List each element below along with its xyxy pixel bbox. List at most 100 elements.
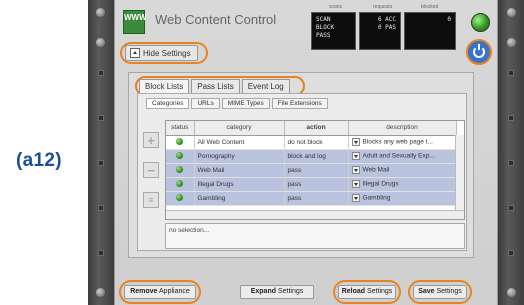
action-cell[interactable]: pass xyxy=(284,177,349,192)
button-text: Appliance xyxy=(157,288,190,295)
column-header-action[interactable]: action xyxy=(284,121,349,136)
description-cell: Adult and Sexually Exp... xyxy=(348,149,457,164)
appliance-panel: WWW Web Content Control Hide Settings sc… xyxy=(114,0,498,305)
edit-row-button[interactable]: ≡ xyxy=(143,192,159,208)
settings-panel: Block Lists Pass Lists Event Log Categor… xyxy=(128,72,474,258)
action-cell[interactable]: pass xyxy=(284,191,349,206)
add-row-button[interactable]: + xyxy=(143,132,159,148)
meter-line: SCAN xyxy=(316,16,331,23)
description-cell: Web Mail xyxy=(348,163,457,178)
description-text: Web Mail xyxy=(362,166,390,174)
screw-icon xyxy=(96,8,105,17)
rack-hole xyxy=(508,205,514,211)
screw-icon xyxy=(96,288,105,297)
screw-icon xyxy=(507,8,516,17)
status-dot-icon xyxy=(176,194,184,202)
rack-hole xyxy=(508,70,514,76)
button-text: Settings xyxy=(365,288,393,295)
tab-pass-lists[interactable]: Pass Lists xyxy=(191,79,240,93)
hide-settings-button[interactable]: Hide Settings xyxy=(125,45,198,61)
meter-line: 6 ACC xyxy=(377,16,396,23)
screw-icon xyxy=(507,38,516,47)
description-cell: Illegal Drugs xyxy=(348,177,457,192)
save-settings-button[interactable]: Save Settings xyxy=(413,285,467,299)
column-header-category[interactable]: category xyxy=(194,121,285,136)
dropdown-arrow-icon[interactable] xyxy=(351,180,360,188)
rack-hole xyxy=(508,160,514,166)
block-lists-content: Categories URLs MIME Types File Extensio… xyxy=(137,93,467,251)
meter-display: 6 ACC 0 PAS xyxy=(359,12,401,50)
expand-settings-button[interactable]: Expand Settings xyxy=(240,285,314,299)
dropdown-arrow-icon[interactable] xyxy=(351,166,360,174)
action-cell[interactable]: do not block xyxy=(284,135,349,150)
meter-label: blocked xyxy=(421,4,439,10)
status-led-icon xyxy=(471,13,490,32)
description-cell: Gambling xyxy=(348,191,457,206)
meter-line: PASS xyxy=(316,32,331,39)
remove-appliance-button[interactable]: Remove Appliance xyxy=(124,285,196,299)
equipment-rack: WWW Web Content Control Hide Settings sc… xyxy=(88,0,524,305)
status-dot-icon xyxy=(176,138,184,146)
table-row[interactable]: Pornography block and log Adult and Sexu… xyxy=(166,149,457,164)
category-cell: All Web Content xyxy=(194,135,285,150)
meter-line: 0 xyxy=(447,16,451,23)
table-row[interactable]: Web Mail pass Web Mail xyxy=(166,163,457,178)
rack-rail-left xyxy=(88,0,114,305)
description-text: Adult and Sexually Exp... xyxy=(362,152,435,160)
meter-line: 0 PAS xyxy=(377,24,396,31)
button-text: Settings xyxy=(434,288,462,295)
table-row[interactable]: Illegal Drugs pass Illegal Drugs xyxy=(166,177,457,192)
category-cell: Web Mail xyxy=(194,163,285,178)
rack-hole xyxy=(98,70,104,76)
dropdown-arrow-icon[interactable] xyxy=(351,138,360,146)
plus-icon: + xyxy=(147,132,155,148)
screw-icon xyxy=(96,38,105,47)
button-bold-text: Save xyxy=(418,288,435,295)
vertical-scrollbar[interactable] xyxy=(455,135,464,212)
button-bold-text: Reload xyxy=(341,288,366,295)
figure-label: (a12) xyxy=(16,150,62,171)
rack-rail-right xyxy=(498,0,524,305)
table-row[interactable]: Gambling pass Gambling xyxy=(166,191,457,206)
meter-label: scans xyxy=(329,4,343,10)
power-button[interactable] xyxy=(466,39,492,65)
subtab-urls[interactable]: URLs xyxy=(191,98,220,109)
categories-table: status category action description All W… xyxy=(165,120,465,220)
action-cell[interactable]: pass xyxy=(284,163,349,178)
sub-tabs: Categories URLs MIME Types File Extensio… xyxy=(146,98,328,109)
main-tabs: Block Lists Pass Lists Event Log xyxy=(139,79,290,93)
tab-event-log[interactable]: Event Log xyxy=(241,79,290,93)
description-text: Illegal Drugs xyxy=(362,180,399,188)
horizontal-scrollbar[interactable] xyxy=(166,210,464,219)
rack-hole xyxy=(98,160,104,166)
column-header-status[interactable]: status xyxy=(166,121,195,136)
table-tools: + − ≡ xyxy=(143,132,159,208)
table-row[interactable]: All Web Content do not block Blocks any … xyxy=(166,135,457,150)
remove-row-button[interactable]: − xyxy=(143,162,159,178)
category-cell: Pornography xyxy=(194,149,285,164)
description-text: Gambling xyxy=(362,194,391,202)
rack-hole xyxy=(98,250,104,256)
rack-hole xyxy=(508,250,514,256)
power-icon xyxy=(473,44,485,58)
collapse-icon xyxy=(130,48,140,58)
subtab-file-extensions[interactable]: File Extensions xyxy=(271,98,328,109)
action-cell[interactable]: block and log xyxy=(284,149,349,164)
category-cell: Gambling xyxy=(194,191,285,206)
rack-hole xyxy=(98,205,104,211)
description-text: Blocks any web page t... xyxy=(362,138,433,146)
column-header-description[interactable]: description xyxy=(348,121,457,136)
category-cell: Illegal Drugs xyxy=(194,177,285,192)
tab-block-lists[interactable]: Block Lists xyxy=(139,79,190,93)
rack-hole xyxy=(98,115,104,121)
status-dot-icon xyxy=(176,180,184,188)
button-bold-text: Expand xyxy=(250,288,277,295)
status-dot-icon xyxy=(176,166,184,174)
app-title: Web Content Control xyxy=(155,12,277,27)
subtab-categories[interactable]: Categories xyxy=(146,98,190,109)
dropdown-arrow-icon[interactable] xyxy=(351,194,360,202)
subtab-mime-types[interactable]: MIME Types xyxy=(221,98,270,109)
minus-icon: − xyxy=(147,162,155,178)
reload-settings-button[interactable]: Reload Settings xyxy=(338,285,396,299)
dropdown-arrow-icon[interactable] xyxy=(351,152,360,160)
